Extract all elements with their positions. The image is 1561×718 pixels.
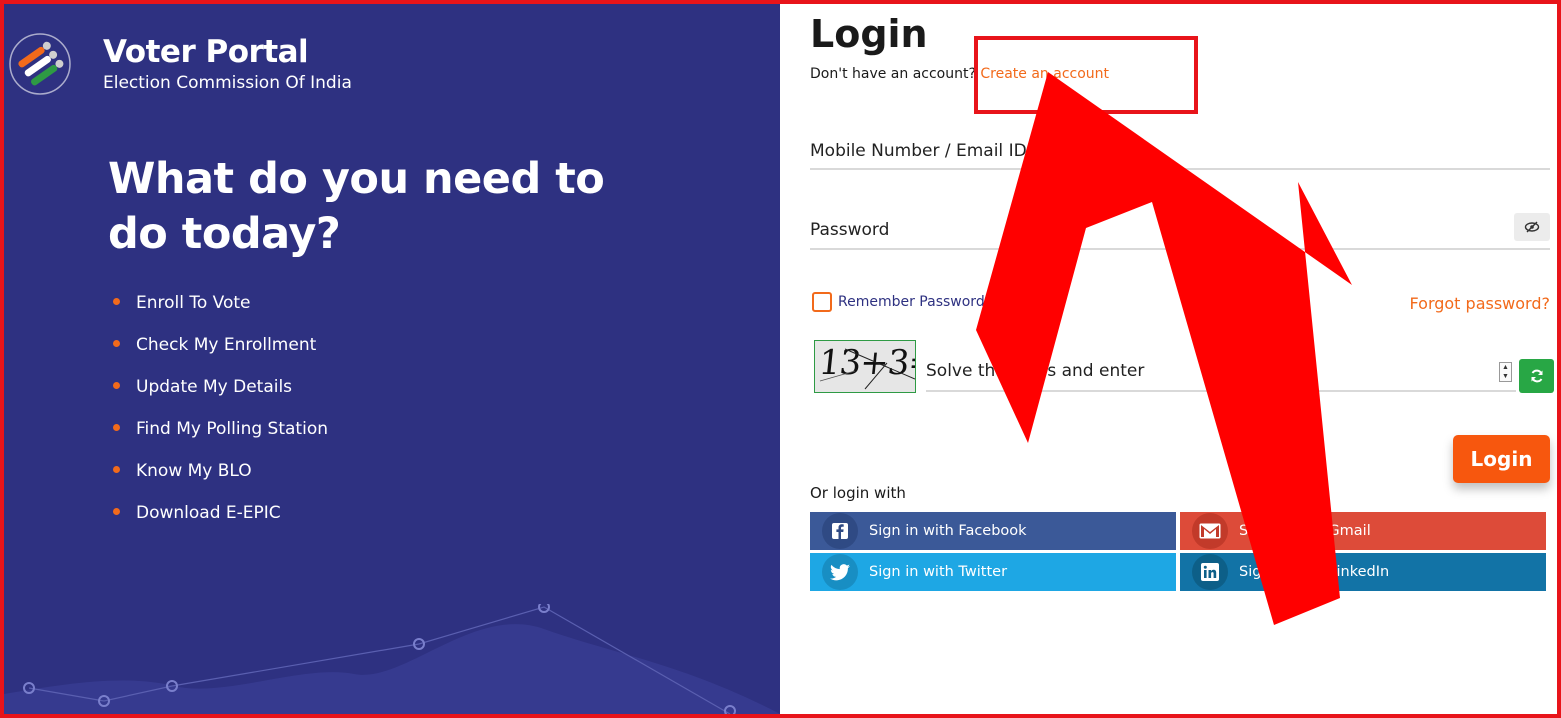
menu-item-label: Download E-EPIC — [136, 503, 281, 523]
login-submit-button[interactable]: Login — [1453, 435, 1550, 483]
twitter-signin-button[interactable]: Sign in with Twitter — [810, 553, 1176, 591]
create-account-link[interactable]: Create an account — [980, 66, 1109, 82]
eye-slash-icon — [1524, 221, 1540, 233]
facebook-label: Sign in with Facebook — [869, 523, 1027, 539]
menu-item-enroll[interactable]: Enroll To Vote — [113, 282, 328, 324]
menu-item-know-blo[interactable]: Know My BLO — [113, 450, 328, 492]
menu-item-label: Find My Polling Station — [136, 419, 328, 439]
forgot-password-link[interactable]: Forgot password? — [1410, 294, 1550, 313]
linkedin-label: Sign in with LinkedIn — [1239, 564, 1390, 580]
menu-item-label: Enroll To Vote — [136, 293, 251, 313]
menu-item-update-details[interactable]: Update My Details — [113, 366, 328, 408]
bullet-icon — [113, 465, 120, 473]
hero-headline: What do you need to do today? — [108, 154, 605, 259]
mobile-email-field — [810, 136, 1550, 170]
refresh-captcha-button[interactable] — [1519, 359, 1554, 393]
bullet-icon — [113, 507, 120, 515]
eci-logo-icon — [9, 33, 71, 95]
twitter-icon — [822, 554, 858, 590]
menu-item-label: Update My Details — [136, 377, 293, 397]
number-spinner[interactable]: ▲ ▼ — [1499, 362, 1512, 382]
mobile-email-input[interactable] — [810, 136, 1550, 166]
bullet-icon — [113, 297, 120, 305]
bullet-icon — [113, 423, 120, 431]
bullet-icon — [113, 339, 120, 347]
brand-subtitle: Election Commission Of India — [103, 73, 352, 93]
captcha-image: 13+3= — [814, 340, 916, 393]
remember-password[interactable]: Remember Password — [812, 292, 985, 312]
password-input[interactable] — [810, 215, 1550, 245]
remember-checkbox[interactable] — [812, 292, 832, 312]
menu-item-label: Know My BLO — [136, 461, 252, 481]
signup-row: Don't have an account? Create an account — [810, 66, 1109, 82]
gmail-label: Sign in with Gmail — [1239, 523, 1371, 539]
bullet-icon — [113, 381, 120, 389]
linkedin-icon — [1192, 554, 1228, 590]
captcha-noise — [819, 348, 915, 390]
gmail-signin-button[interactable]: Sign in with Gmail — [1180, 512, 1546, 550]
quick-actions-list: Enroll To Vote Check My Enrollment Updat… — [113, 282, 328, 534]
no-account-text: Don't have an account? — [810, 66, 976, 82]
facebook-signin-button[interactable]: Sign in with Facebook — [810, 512, 1176, 550]
password-field — [810, 213, 1550, 250]
menu-item-check-enrollment[interactable]: Check My Enrollment — [113, 324, 328, 366]
left-panel: Voter Portal Election Commission Of Indi… — [4, 4, 780, 714]
gmail-icon — [1192, 513, 1228, 549]
remember-label: Remember Password — [838, 294, 985, 310]
decorative-waves — [4, 604, 780, 714]
twitter-label: Sign in with Twitter — [869, 564, 1008, 580]
menu-item-download-epic[interactable]: Download E-EPIC — [113, 492, 328, 534]
menu-item-label: Check My Enrollment — [136, 335, 317, 355]
toggle-password-visibility-button[interactable] — [1514, 213, 1550, 241]
brand-title: Voter Portal — [103, 34, 309, 70]
linkedin-signin-button[interactable]: Sign in with LinkedIn — [1180, 553, 1546, 591]
captcha-field: ▲▼ — [926, 356, 1516, 392]
login-title: Login — [810, 12, 928, 56]
captcha-input[interactable] — [926, 356, 1516, 386]
or-login-with-label: Or login with — [810, 484, 906, 502]
refresh-icon — [1531, 369, 1542, 383]
menu-item-polling-station[interactable]: Find My Polling Station — [113, 408, 328, 450]
facebook-icon — [822, 513, 858, 549]
